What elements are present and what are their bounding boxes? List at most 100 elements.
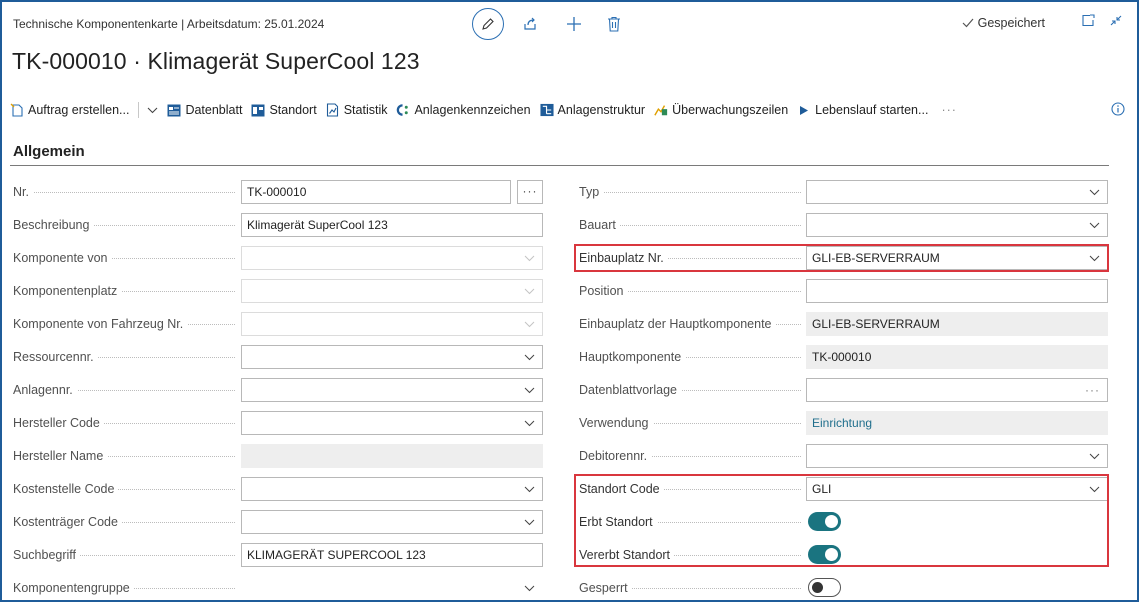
nr-input[interactable]: TK-000010 (241, 180, 511, 204)
field-row-gesperrt: Gesperrt (562, 576, 1122, 600)
field-label: Ressourcennr. (13, 345, 235, 369)
field-label: Kostenstelle Code (13, 477, 235, 501)
divider (138, 102, 140, 118)
field-label: Kostenträger Code (13, 510, 235, 534)
section-divider (10, 165, 1109, 166)
action-label: Anlagenkennzeichen (414, 103, 531, 117)
field-row-vererbt-standort: Vererbt Standort (562, 543, 1122, 567)
action-structure[interactable]: Anlagenstruktur (540, 103, 645, 117)
kostentraeger-code-select[interactable] (241, 510, 543, 534)
komponentenplatz-select[interactable] (241, 279, 543, 303)
komponente-von-fahrzeug-select[interactable] (241, 312, 543, 336)
chevron-down-icon (1089, 222, 1100, 229)
verwendung-value: Einrichtung (806, 411, 1108, 435)
field-label: Komponente von (13, 246, 235, 270)
typ-select[interactable] (806, 180, 1108, 204)
komponente-von-select[interactable] (241, 246, 543, 270)
erbt-standort-toggle[interactable] (808, 512, 841, 531)
structure-icon (540, 103, 554, 117)
share-button[interactable] (518, 12, 542, 36)
field-row-beschreibung: Beschreibung Klimagerät SuperCool 123 (2, 213, 562, 237)
field-label: Komponentenplatz (13, 279, 235, 303)
info-button[interactable] (1111, 102, 1125, 121)
checkmark-icon (962, 18, 974, 28)
field-label: Komponentengruppe (13, 576, 235, 600)
edit-button[interactable] (472, 8, 504, 40)
action-label: Überwachungszeilen (672, 103, 789, 117)
chevron-down-icon (524, 255, 535, 262)
anlagennr-select[interactable] (241, 378, 543, 402)
field-row-hersteller-code: Hersteller Code (2, 411, 562, 435)
action-start-lifecycle[interactable]: Lebenslauf starten... (797, 103, 928, 117)
new-button[interactable] (562, 12, 586, 36)
einbauplatz-hauptkomponente-value: GLI-EB-SERVERRAUM (806, 312, 1108, 336)
ressourcennr-select[interactable] (241, 345, 543, 369)
action-statistics[interactable]: Statistik (326, 103, 387, 117)
field-label: Suchbegriff (13, 543, 235, 567)
monitoring-icon (654, 103, 668, 117)
chevron-down-icon (524, 585, 535, 592)
share-icon (524, 17, 536, 30)
field-row-suchbegriff: Suchbegriff KLIMAGERÄT SUPERCOOL 123 (2, 543, 562, 567)
field-row-standort-code: Standort Code GLI (562, 477, 1122, 501)
chevron-down-icon (1089, 255, 1100, 262)
action-more-dropdown[interactable] (147, 107, 158, 114)
action-monitoring[interactable]: Überwachungszeilen (654, 103, 788, 117)
field-label: Bauart (579, 213, 801, 237)
save-status-label: Gespeichert (977, 16, 1045, 30)
action-label: Datenblatt (185, 103, 243, 117)
einbauplatz-nr-select[interactable]: GLI-EB-SERVERRAUM (806, 246, 1108, 270)
standort-code-select[interactable]: GLI (806, 477, 1108, 501)
komponentengruppe-select[interactable] (241, 576, 543, 600)
chevron-down-icon (524, 288, 535, 295)
statistics-icon (326, 103, 340, 117)
chevron-down-icon (524, 354, 535, 361)
nr-assist-button[interactable]: ··· (517, 180, 543, 204)
hersteller-name-value (241, 444, 543, 468)
page-title: TK-000010 · Klimagerät SuperCool 123 (12, 48, 420, 74)
more-actions-ellipsis[interactable]: ··· (941, 103, 957, 117)
hauptkomponente-value: TK-000010 (806, 345, 1108, 369)
chevron-down-icon (524, 387, 535, 394)
field-label: Typ (579, 180, 801, 204)
action-asset-tag[interactable]: Anlagenkennzeichen (396, 103, 531, 117)
field-row-anlagennr: Anlagennr. (2, 378, 562, 402)
action-datasheet[interactable]: Datenblatt (167, 103, 242, 117)
action-location[interactable]: Standort (251, 103, 317, 117)
action-bar: Auftrag erstellen... Datenblatt Standort… (10, 98, 1129, 122)
action-label: Auftrag erstellen... (28, 103, 130, 117)
field-row-hersteller-name: Hersteller Name (2, 444, 562, 468)
action-create-order[interactable]: Auftrag erstellen... (10, 103, 129, 117)
action-label: Lebenslauf starten... (815, 103, 929, 117)
datenblattvorlage-input[interactable]: ··· (806, 378, 1108, 402)
vererbt-standort-toggle[interactable] (808, 545, 841, 564)
page-caption: Technische Komponentenkarte | Arbeitsdat… (13, 17, 325, 31)
chevron-down-icon (524, 519, 535, 526)
field-row-position: Position (562, 279, 1122, 303)
assist-edit-ellipsis[interactable]: ··· (1085, 379, 1100, 401)
field-row-einbauplatz-nr: Einbauplatz Nr. GLI-EB-SERVERRAUM (562, 246, 1122, 270)
field-label: Anlagennr. (13, 378, 235, 402)
pencil-icon (482, 18, 494, 30)
field-row-datenblattvorlage: Datenblattvorlage ··· (562, 378, 1122, 402)
suchbegriff-input[interactable]: KLIMAGERÄT SUPERCOOL 123 (241, 543, 543, 567)
action-label: Standort (269, 103, 317, 117)
hersteller-code-select[interactable] (241, 411, 543, 435)
open-new-window-icon[interactable] (1081, 14, 1095, 27)
field-row-debitorennr: Debitorennr. (562, 444, 1122, 468)
field-label: Erbt Standort (579, 510, 801, 534)
collapse-icon[interactable] (1109, 14, 1123, 27)
gesperrt-toggle[interactable] (808, 578, 841, 597)
field-label: Komponente von Fahrzeug Nr. (13, 312, 235, 336)
info-icon (1111, 102, 1125, 116)
field-label: Einbauplatz der Hauptkomponente (579, 312, 801, 336)
debitorennr-select[interactable] (806, 444, 1108, 468)
play-icon (797, 103, 811, 117)
beschreibung-input[interactable]: Klimagerät SuperCool 123 (241, 213, 543, 237)
field-label: Position (579, 279, 801, 303)
delete-button[interactable] (602, 12, 626, 36)
trash-icon (608, 16, 620, 32)
position-input[interactable] (806, 279, 1108, 303)
bauart-select[interactable] (806, 213, 1108, 237)
kostenstelle-code-select[interactable] (241, 477, 543, 501)
